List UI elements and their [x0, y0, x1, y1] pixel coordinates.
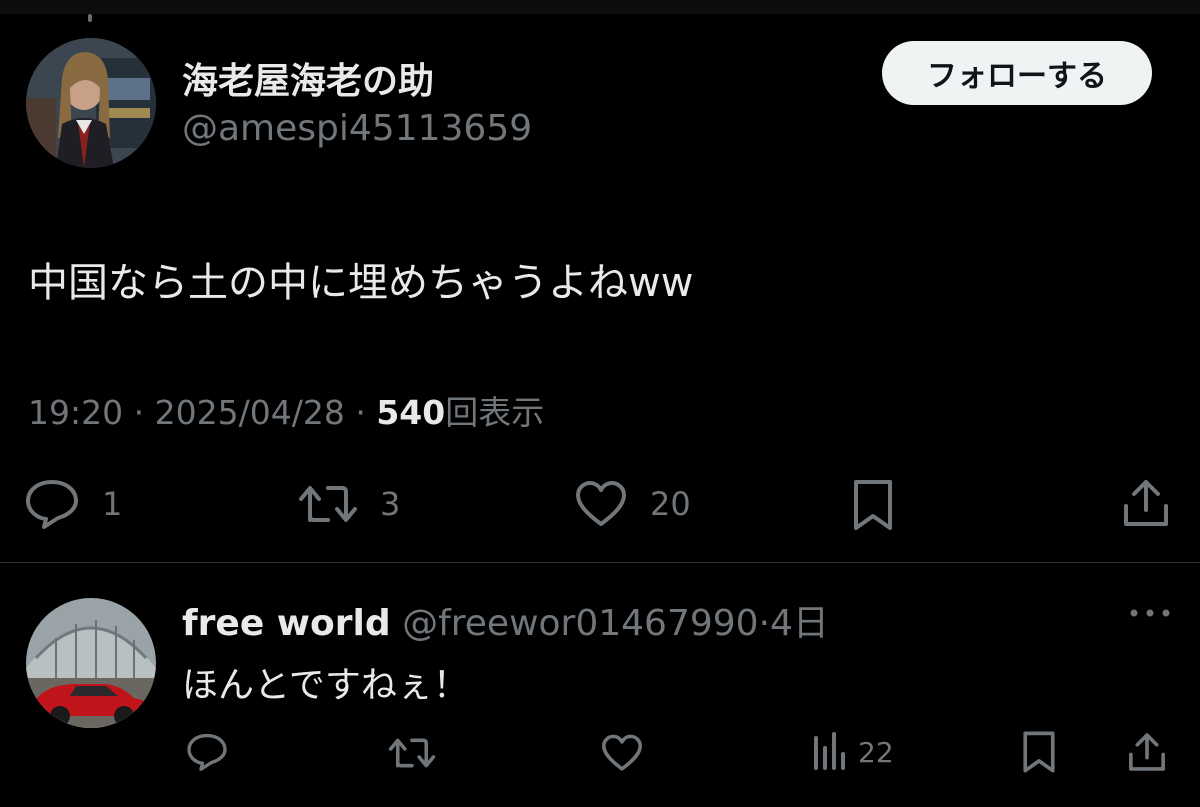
follow-button[interactable]: フォローする: [882, 41, 1152, 105]
tweet-date[interactable]: 2025/04/28: [155, 393, 345, 432]
views-icon: [814, 732, 845, 770]
retweet-button[interactable]: 3: [298, 480, 400, 528]
tweet-meta: 19:20 · 2025/04/28 · 540回表示: [28, 386, 544, 434]
reply-views-button[interactable]: 22: [812, 732, 894, 772]
reply-button[interactable]: 1: [24, 478, 122, 530]
share-icon: [1124, 480, 1168, 526]
share-button[interactable]: [1120, 476, 1172, 530]
share-icon: [1129, 733, 1165, 771]
reply-views-count: 22: [858, 735, 894, 769]
reply-text: ほんとですねぇ！: [182, 665, 469, 706]
reply-like-button[interactable]: [600, 734, 644, 772]
reply-retweet-button[interactable]: [388, 734, 436, 772]
bookmark-icon: [854, 480, 892, 530]
bookmark-button[interactable]: [852, 478, 894, 532]
more-icon[interactable]: [1128, 603, 1172, 623]
reply-icon: [26, 480, 78, 529]
heart-icon: [576, 481, 626, 526]
author-handle[interactable]: @amespi45113659: [182, 108, 532, 149]
tweet-time[interactable]: 19:20: [28, 393, 123, 432]
author-avatar[interactable]: [26, 38, 156, 168]
reply-time[interactable]: 4日: [770, 603, 829, 644]
heart-icon: [602, 734, 642, 771]
reply-count: 1: [102, 485, 123, 523]
reply-author-avatar[interactable]: [26, 598, 156, 728]
reply-bookmark-button[interactable]: [1022, 730, 1056, 774]
top-bar: [0, 0, 1200, 14]
divider: [0, 562, 1200, 563]
tweet-text: 中国なら土の中に埋めちゃうよねww: [28, 260, 694, 306]
reply-author-handle[interactable]: @freewor01467990: [402, 603, 758, 644]
reply-reply-button[interactable]: [186, 732, 228, 772]
like-button[interactable]: 20: [574, 480, 691, 528]
reply-share-button[interactable]: [1126, 730, 1168, 774]
author-display-name[interactable]: 海老屋海老の助: [182, 52, 434, 104]
views-label[interactable]: 回表示: [445, 393, 544, 432]
retweet-icon: [388, 738, 436, 768]
like-count: 20: [650, 485, 691, 523]
meta-separator: ·: [133, 393, 145, 432]
reply-icon: [187, 733, 227, 771]
reply-author-name[interactable]: free world: [182, 603, 391, 644]
views-count[interactable]: 540: [376, 393, 445, 432]
reply-separator: ·: [758, 603, 771, 644]
bookmark-icon: [1023, 731, 1055, 773]
status-dot: [88, 14, 92, 22]
meta-separator: ·: [355, 393, 366, 432]
retweet-count: 3: [380, 485, 401, 523]
reply-header: free world @freewor01467990·4日: [182, 594, 829, 646]
retweet-icon: [299, 486, 357, 522]
